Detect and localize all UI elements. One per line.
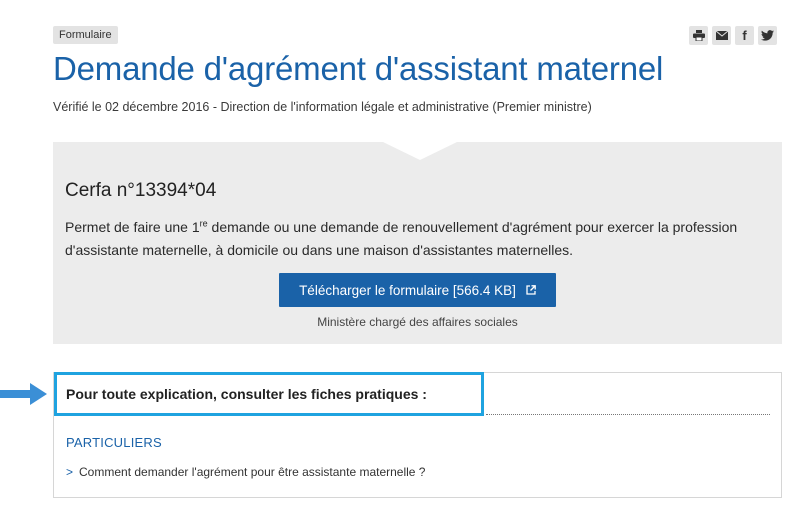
category-heading: PARTICULIERS bbox=[66, 435, 162, 450]
cerfa-number: Cerfa n°13394*04 bbox=[65, 180, 217, 201]
twitter-button[interactable] bbox=[758, 26, 777, 45]
download-form-button[interactable]: Télécharger le formulaire [566.4 KB] bbox=[279, 273, 556, 307]
mail-icon bbox=[715, 31, 728, 40]
pointer-arrow-icon bbox=[0, 383, 47, 405]
external-link-icon bbox=[526, 285, 536, 295]
facebook-icon: f bbox=[742, 28, 747, 43]
fiche-link-label: Comment demander l'agrément pour être as… bbox=[79, 465, 426, 479]
fiche-link[interactable]: > Comment demander l'agrément pour être a… bbox=[66, 465, 425, 479]
download-button-label: Télécharger le formulaire [566.4 KB] bbox=[299, 282, 516, 298]
print-button[interactable] bbox=[689, 26, 708, 45]
form-description: Permet de faire une 1re demande ou une d… bbox=[65, 216, 773, 262]
facebook-button[interactable]: f bbox=[735, 26, 754, 45]
print-icon bbox=[692, 30, 705, 41]
page-title: Demande d'agrément d'assistant maternel bbox=[53, 50, 664, 87]
form-panel: Cerfa n°13394*04 Permet de faire une 1re… bbox=[53, 142, 782, 344]
page-meta: Vérifié le 02 décembre 2016 - Direction … bbox=[53, 100, 592, 114]
category-tag: Formulaire bbox=[53, 26, 118, 44]
panel-notch bbox=[383, 142, 457, 160]
desc-superscript: re bbox=[199, 218, 208, 229]
dotted-divider bbox=[486, 414, 770, 415]
desc-pre: Permet de faire une 1 bbox=[65, 219, 200, 235]
mail-button[interactable] bbox=[712, 26, 731, 45]
explanation-title: Pour toute explication, consulter les fi… bbox=[66, 386, 427, 402]
twitter-icon bbox=[761, 30, 774, 41]
share-toolbar: f bbox=[689, 26, 777, 45]
ministry-label: Ministère chargé des affaires sociales bbox=[317, 315, 518, 329]
chevron-right-icon: > bbox=[66, 465, 74, 479]
